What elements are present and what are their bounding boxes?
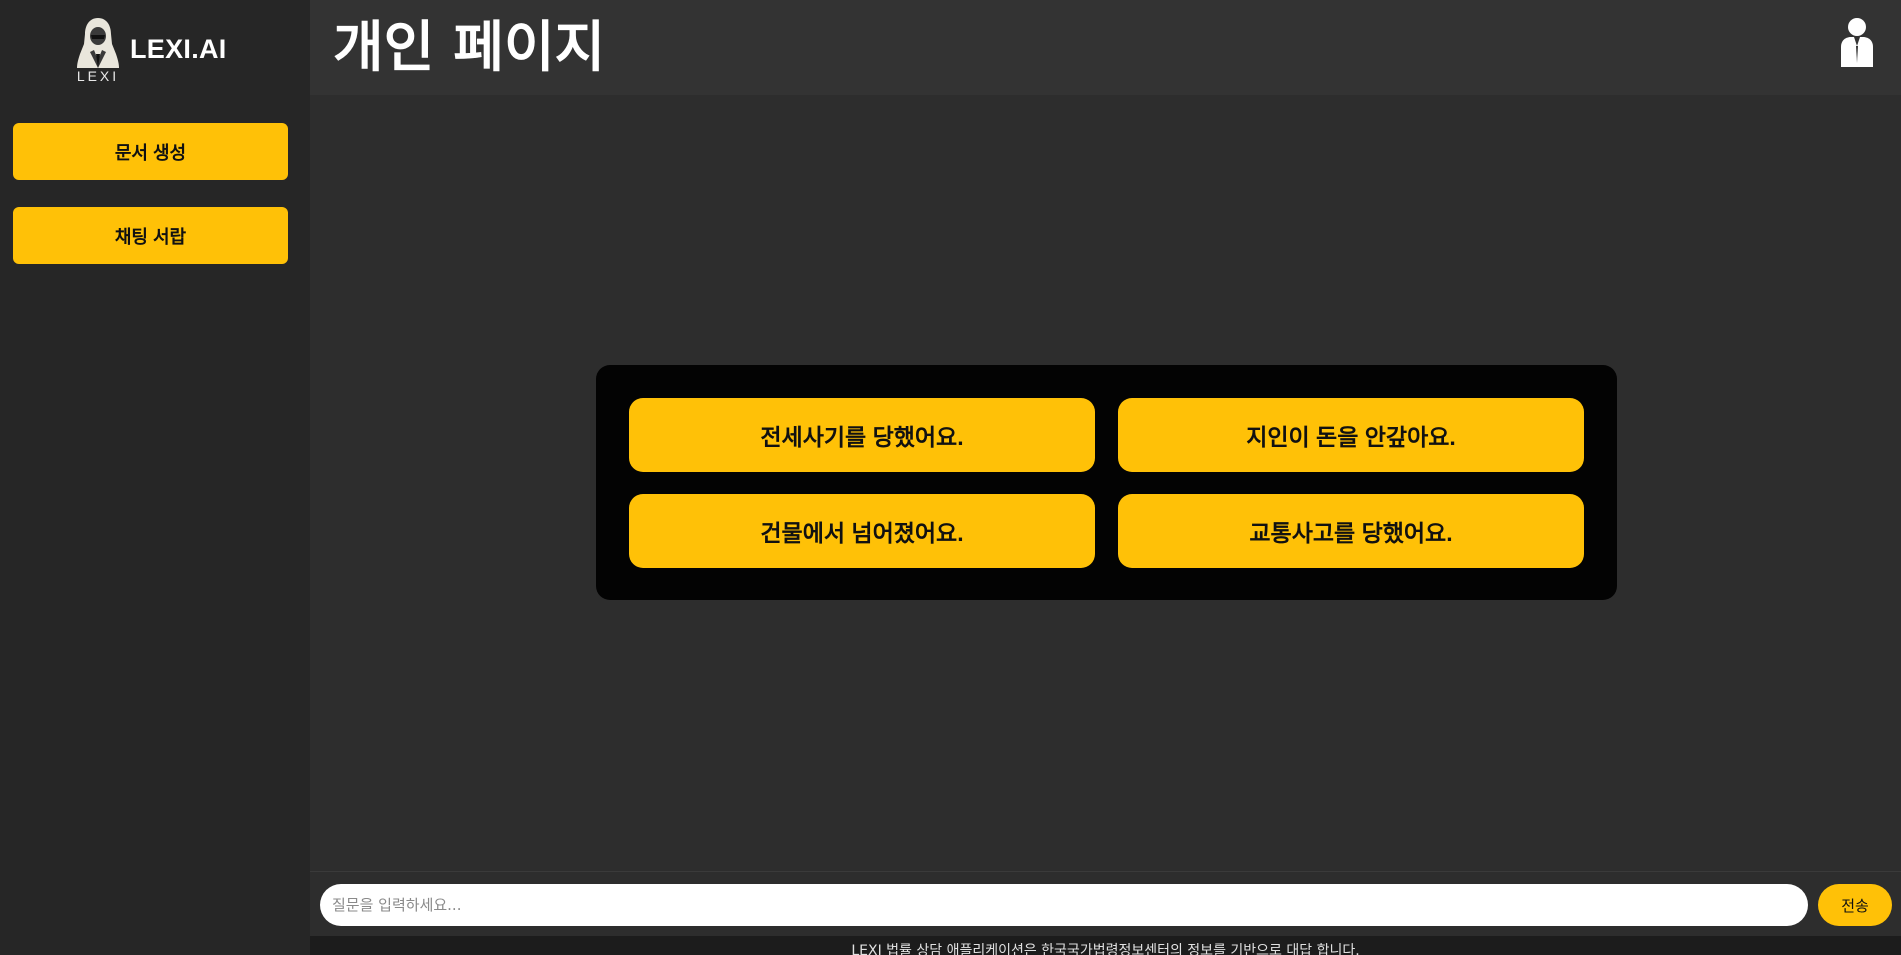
suggestion-label: 전세사기를 당했어요.	[760, 424, 964, 450]
chat-question-input[interactable]	[320, 884, 1808, 926]
page-title: 개인 페이지	[333, 15, 606, 79]
sidebar-item-chat-drawer[interactable]: 채팅 서랍	[13, 207, 288, 264]
logo-title: LEXI.AI	[130, 34, 227, 64]
suggestion-button[interactable]: 교통사고를 당했어요.	[1118, 494, 1584, 568]
footer: LEXI 법률 상담 애플리케이션은 한국국가법령정보센터의 정보를 기반으로 …	[310, 936, 1901, 955]
header: 개인 페이지	[310, 0, 1901, 95]
suggestion-button[interactable]: 전세사기를 당했어요.	[629, 398, 1095, 472]
main-content: 전세사기를 당했어요. 지인이 돈을 안갚아요. 건물에서 넘어졌어요. 교통사…	[310, 95, 1901, 871]
send-button-label: 전송	[1841, 896, 1869, 915]
suggestion-label: 교통사고를 당했어요.	[1249, 520, 1453, 546]
hooded-figure-logo-icon	[77, 18, 119, 68]
user-icon[interactable]	[1838, 17, 1876, 67]
suggestion-button[interactable]: 지인이 돈을 안갚아요.	[1118, 398, 1584, 472]
send-button[interactable]: 전송	[1818, 884, 1892, 926]
app-root: LEXI.AI LEXI 문서 생성 채팅 서랍 개인 페이지 전세사기를 당했…	[0, 0, 1901, 955]
suggestion-label: 건물에서 넘어졌어요.	[760, 520, 964, 546]
logo-subtitle: LEXI	[76, 68, 120, 84]
sidebar: LEXI.AI LEXI 문서 생성 채팅 서랍	[0, 0, 310, 955]
sidebar-item-label: 채팅 서랍	[114, 226, 187, 247]
chat-input-bar: 전송	[310, 871, 1901, 936]
sidebar-item-document-create[interactable]: 문서 생성	[13, 123, 288, 180]
suggestion-label: 지인이 돈을 안갚아요.	[1246, 424, 1456, 450]
suggestion-button[interactable]: 건물에서 넘어졌어요.	[629, 494, 1095, 568]
suggestion-panel: 전세사기를 당했어요. 지인이 돈을 안갚아요. 건물에서 넘어졌어요. 교통사…	[596, 365, 1617, 600]
footer-disclaimer: LEXI 법률 상담 애플리케이션은 한국국가법령정보센터의 정보를 기반으로 …	[851, 943, 1360, 955]
logo[interactable]: LEXI.AI LEXI	[76, 16, 236, 88]
sidebar-item-label: 문서 생성	[114, 142, 187, 163]
